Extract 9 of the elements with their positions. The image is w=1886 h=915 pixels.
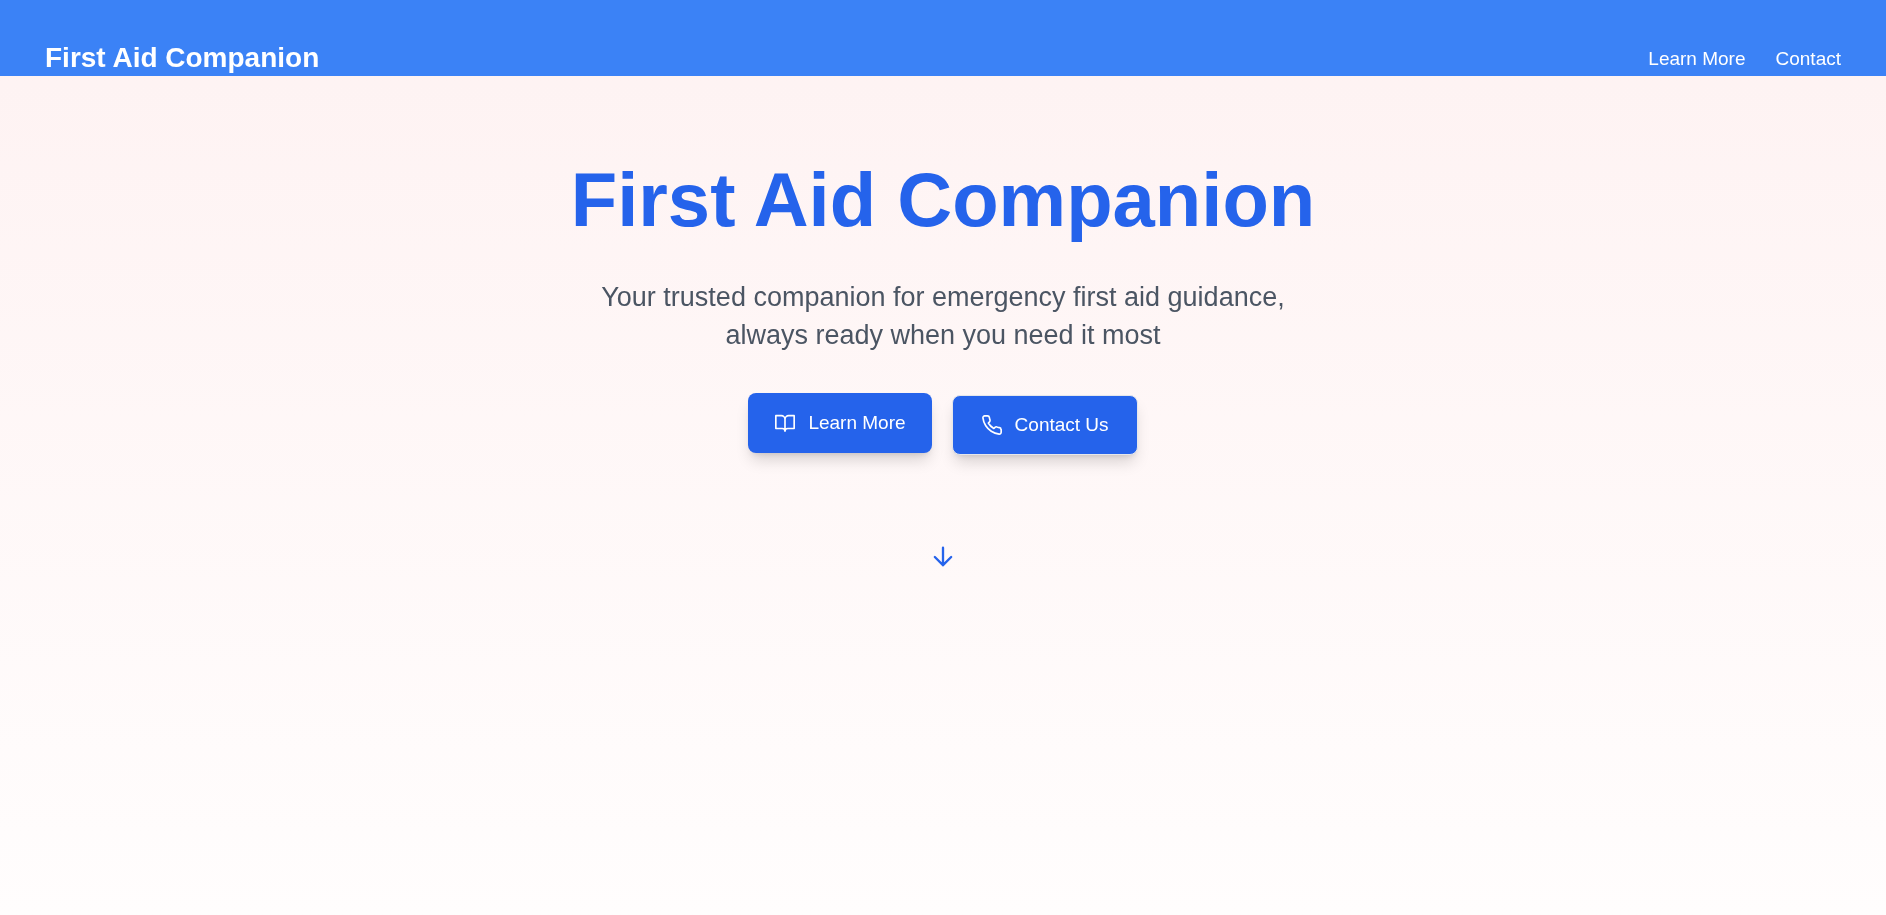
contact-button[interactable]: Contact Us <box>951 395 1138 455</box>
hero-title: First Aid Companion <box>570 158 1316 242</box>
book-icon <box>774 412 797 434</box>
nav-link[interactable]: Learn More <box>1648 47 1746 71</box>
phone-icon <box>980 414 1003 436</box>
learn-more-button[interactable]: Learn More <box>748 393 932 453</box>
hero-subtitle: Your trusted companion for emergency first aid guidance, always ready when you need it most <box>600 281 1286 352</box>
site-title[interactable]: First Aid Companion <box>45 41 320 75</box>
nav-link[interactable]: Contact <box>1775 47 1841 71</box>
